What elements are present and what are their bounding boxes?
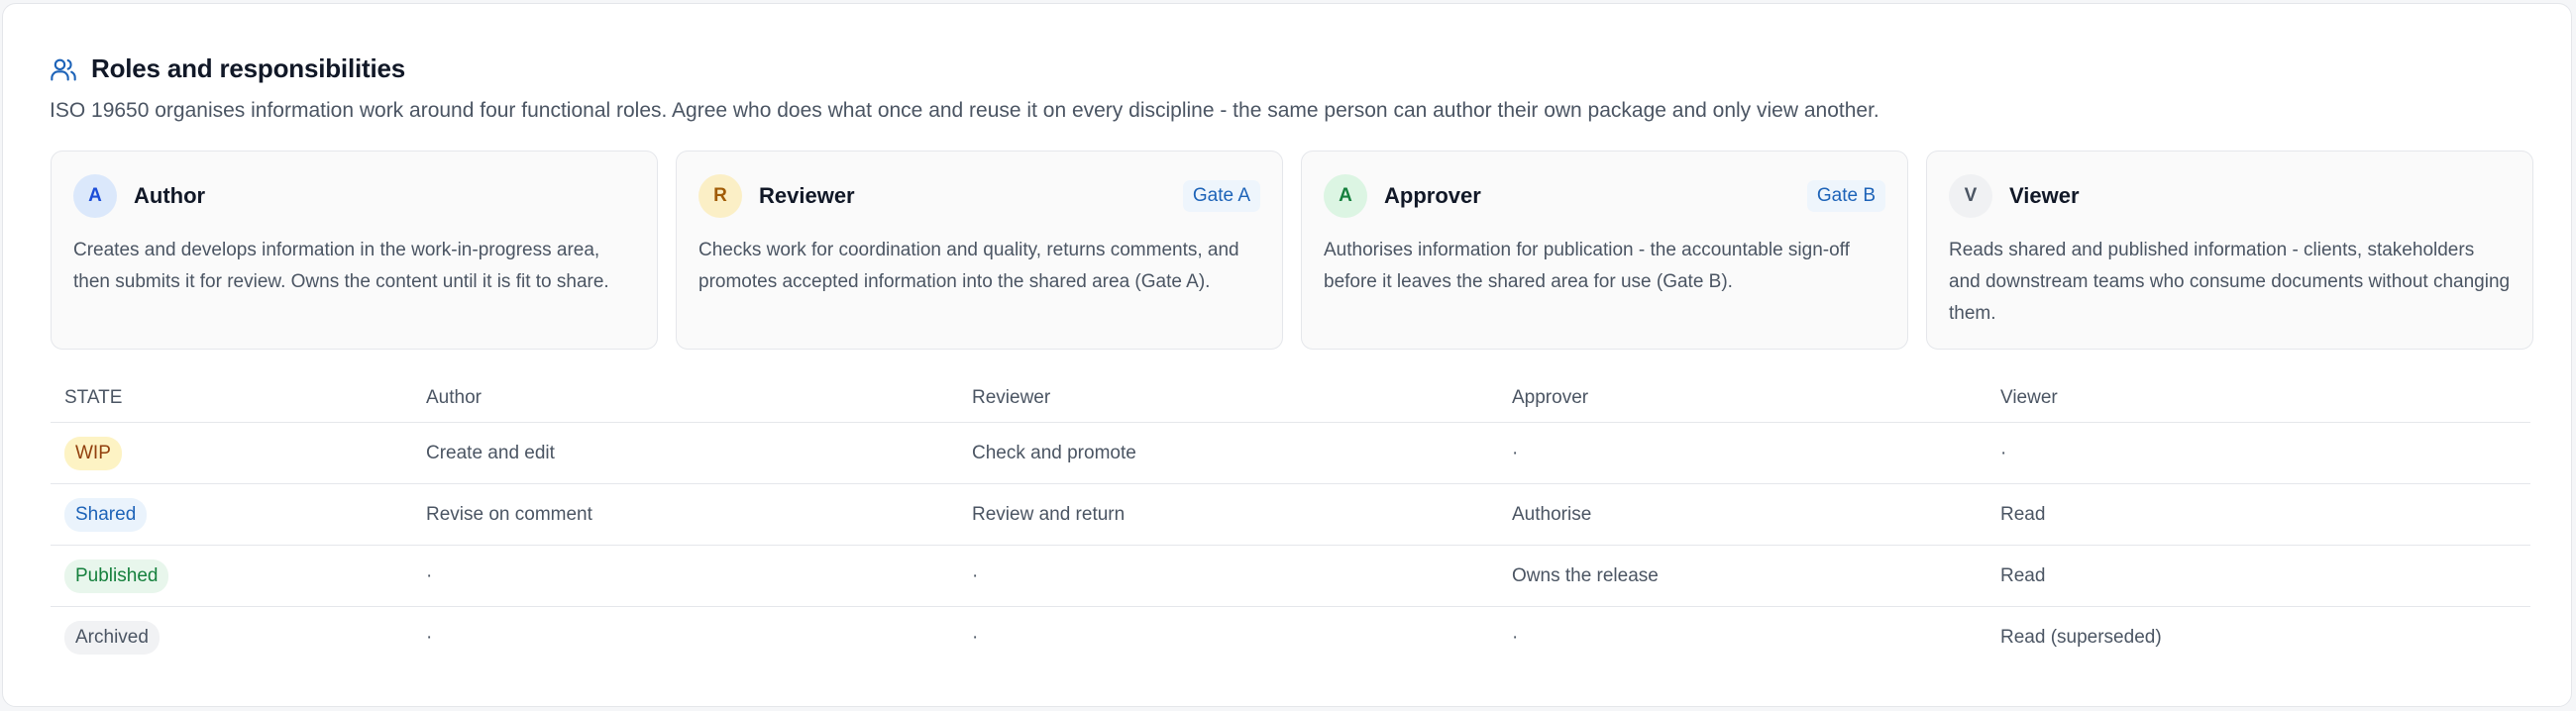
table-row: Published · · Owns the release Read: [51, 546, 2530, 607]
role-card-viewer: V Viewer Reads shared and published info…: [1926, 151, 2533, 350]
section-description: ISO 19650 organises information work aro…: [50, 99, 1879, 122]
role-description: Checks work for coordination and quality…: [698, 240, 1239, 292]
role-avatar: V: [1949, 174, 1992, 218]
table-cell: Read (superseded): [2000, 627, 2162, 648]
role-avatar: R: [698, 174, 742, 218]
column-header-author: Author: [426, 387, 482, 408]
role-card-header: A Approver Gate B: [1324, 173, 1885, 219]
gate-badge: Gate B: [1806, 180, 1885, 212]
table-header-row: STATE Author Reviewer Approver Viewer: [51, 374, 2530, 423]
table-row: WIP Create and edit Check and promote · …: [51, 423, 2530, 484]
role-name: Viewer: [2009, 183, 2080, 208]
table-cell: ·: [426, 627, 433, 648]
table-cell: Review and return: [972, 503, 1126, 525]
section-header: Roles and responsibilities: [50, 53, 405, 84]
roles-panel: Roles and responsibilities ISO 19650 org…: [2, 3, 2572, 707]
role-card-reviewer: R Reviewer Gate A Checks work for coordi…: [676, 151, 1283, 350]
users-icon: [50, 55, 77, 83]
table-cell: Create and edit: [426, 442, 555, 463]
role-avatar: A: [1324, 174, 1367, 218]
column-header-state: STATE: [64, 387, 123, 408]
role-name: Reviewer: [759, 183, 855, 208]
table-cell: Owns the release: [1512, 564, 1659, 586]
role-cards: A Author Creates and develops informatio…: [51, 151, 2533, 350]
table-cell: ·: [972, 627, 979, 648]
table-cell: ·: [1512, 627, 1519, 648]
table-row: Shared Revise on comment Review and retu…: [51, 484, 2530, 546]
state-cell: Shared: [51, 497, 426, 532]
table-cell: ·: [2000, 442, 2007, 463]
column-header-reviewer: Reviewer: [972, 387, 1051, 408]
state-cell: WIP: [51, 436, 426, 470]
role-description: Creates and develops information in the …: [73, 240, 609, 292]
gate-badge: Gate A: [1182, 180, 1260, 212]
state-badge: Published: [64, 559, 169, 593]
role-description: Reads shared and published information -…: [1949, 240, 2511, 324]
role-card-header: A Author: [73, 173, 635, 219]
table-cell: ·: [1512, 442, 1519, 463]
column-header-viewer: Viewer: [2000, 387, 2058, 408]
state-badge: Archived: [64, 621, 160, 655]
role-card-author: A Author Creates and develops informatio…: [51, 151, 658, 350]
table-cell: Check and promote: [972, 442, 1136, 463]
role-card-header: V Viewer: [1949, 173, 2511, 219]
state-badge: WIP: [64, 436, 122, 470]
table-cell: Authorise: [1512, 503, 1592, 525]
role-name: Author: [134, 183, 206, 208]
role-name: Approver: [1384, 183, 1481, 208]
table-cell: ·: [972, 564, 979, 586]
table-cell: Revise on comment: [426, 503, 592, 525]
role-card-approver: A Approver Gate B Authorises information…: [1301, 151, 1908, 350]
role-card-header: R Reviewer Gate A: [698, 173, 1260, 219]
table-cell: Read: [2000, 503, 2046, 525]
state-badge: Shared: [64, 497, 148, 532]
role-avatar: A: [73, 174, 117, 218]
section-title: Roles and responsibilities: [91, 53, 405, 83]
responsibility-matrix: STATE Author Reviewer Approver Viewer WI…: [51, 374, 2530, 668]
column-header-approver: Approver: [1512, 387, 1589, 408]
state-cell: Archived: [51, 621, 426, 655]
table-cell: Read: [2000, 564, 2046, 586]
role-description: Authorises information for publication -…: [1324, 240, 1850, 292]
table-row: Archived · · · Read (superseded): [51, 607, 2530, 668]
state-cell: Published: [51, 559, 426, 593]
table-cell: ·: [426, 564, 433, 586]
